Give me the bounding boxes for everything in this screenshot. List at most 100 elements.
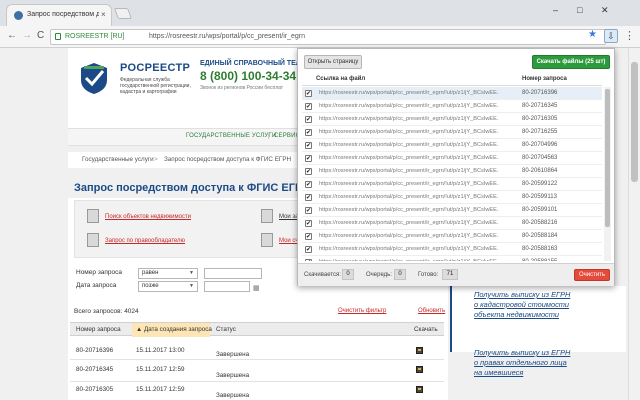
download-files-button[interactable]: Скачать файлы (25 шт)	[532, 55, 610, 69]
file-link[interactable]: https://rosreestr.ru/wps/portal/p/cc_pre…	[319, 246, 499, 252]
popup-request-number: 80-20716255	[522, 129, 558, 135]
table-row[interactable]: 80-20716305 15.11.2017 12:59 Завершена	[70, 382, 444, 400]
checkbox-checked-icon[interactable]: ✔	[305, 220, 312, 227]
tab-title: Запрос посредством до	[27, 11, 99, 18]
popup-list-item[interactable]: ✔ https://rosreestr.ru/wps/portal/p/cc_pr…	[302, 243, 602, 256]
download-icon[interactable]	[416, 386, 423, 393]
popup-list-item[interactable]: ✔ https://rosreestr.ru/wps/portal/p/cc_pr…	[302, 217, 602, 230]
browser-menu-icon[interactable]: ⋮	[624, 29, 635, 42]
popup-list-item[interactable]: ✔ https://rosreestr.ru/wps/portal/p/cc_pr…	[302, 87, 602, 100]
file-link[interactable]: https://rosreestr.ru/wps/portal/p/cc_pre…	[319, 155, 499, 161]
file-link[interactable]: https://rosreestr.ru/wps/portal/p/cc_pre…	[319, 142, 499, 148]
col-status[interactable]: Статус	[216, 326, 236, 333]
page-scrollbar-thumb[interactable]	[631, 62, 638, 182]
popup-list-item[interactable]: ✔ https://rosreestr.ru/wps/portal/p/cc_pr…	[302, 204, 602, 217]
popup-list-item[interactable]: ✔ https://rosreestr.ru/wps/portal/p/cc_pr…	[302, 230, 602, 243]
link-owner-request[interactable]: Запрос по правообладателю	[105, 238, 185, 244]
rosreestr-emblem-icon[interactable]	[76, 60, 112, 96]
checkbox-checked-icon[interactable]: ✔	[305, 194, 312, 201]
popup-scrollbar-thumb[interactable]	[605, 89, 610, 227]
file-link[interactable]: https://rosreestr.ru/wps/portal/p/cc_pre…	[319, 181, 499, 187]
checkbox-checked-icon[interactable]: ✔	[305, 181, 312, 188]
file-link[interactable]: https://rosreestr.ru/wps/portal/p/cc_pre…	[319, 103, 499, 109]
file-link[interactable]: https://rosreestr.ru/wps/portal/p/cc_pre…	[319, 194, 499, 200]
property-search-icon[interactable]	[87, 209, 99, 223]
extension-download-icon[interactable]: ⇩	[604, 29, 618, 43]
logo-name[interactable]: РОСРЕЕСТР	[120, 62, 190, 74]
address-bar[interactable]: ROSREESTR [RU] https://rosreestr.ru/wps/…	[50, 29, 606, 45]
popup-list-item[interactable]: ✔ https://rosreestr.ru/wps/portal/p/cc_pr…	[302, 165, 602, 178]
breadcrumb-current[interactable]: Запрос посредством доступа к ФГИС ЕГРН	[164, 156, 291, 163]
popup-list-item[interactable]: ✔ https://rosreestr.ru/wps/portal/p/cc_pr…	[302, 191, 602, 204]
file-link[interactable]: https://rosreestr.ru/wps/portal/p/cc_pre…	[319, 116, 499, 122]
site-identity: ROSREESTR [RU]	[65, 33, 125, 40]
breadcrumb-gov-services[interactable]: Государственные услуги	[82, 156, 154, 163]
sidebar-link-owner-rights[interactable]: Получить выписку из ЕГРН о правах отдель…	[474, 348, 574, 378]
sidebar-divider	[450, 286, 452, 352]
checkbox-checked-icon[interactable]: ✔	[305, 142, 312, 149]
checkbox-checked-icon[interactable]: ✔	[305, 207, 312, 214]
filter-request-no-input[interactable]	[204, 268, 262, 279]
popup-list-item[interactable]: ✔ https://rosreestr.ru/wps/portal/p/cc_pr…	[302, 113, 602, 126]
download-icon[interactable]	[416, 366, 423, 373]
nav-services[interactable]: СЕРВИС	[268, 133, 300, 139]
refresh-link[interactable]: Обновить	[418, 308, 445, 314]
bookmark-star-icon[interactable]: ★	[588, 29, 597, 40]
my-bills-icon[interactable]	[261, 233, 273, 247]
nav-gov-services[interactable]: ГОСУДАРСТВЕННЫЕ УСЛУГИ	[186, 133, 276, 139]
maximize-icon[interactable]: □	[577, 5, 582, 15]
download-icon[interactable]	[416, 347, 423, 354]
tab-close-icon[interactable]: ×	[101, 10, 106, 19]
file-link[interactable]: https://rosreestr.ru/wps/portal/p/cc_pre…	[319, 129, 499, 135]
file-link[interactable]: https://rosreestr.ru/wps/portal/p/cc_pre…	[319, 259, 499, 261]
back-icon[interactable]: ←	[7, 30, 17, 41]
page-scrollbar[interactable]	[628, 48, 640, 400]
new-tab-button[interactable]	[113, 8, 133, 19]
checkbox-checked-icon[interactable]: ✔	[305, 116, 312, 123]
filter-request-no-operator[interactable]: равен ▼	[138, 268, 198, 279]
popup-request-number: 80-20610864	[522, 168, 558, 174]
file-link[interactable]: https://rosreestr.ru/wps/portal/p/cc_pre…	[319, 207, 499, 213]
link-property-search[interactable]: Поиск объектов недвижимости	[105, 214, 191, 220]
checkbox-checked-icon[interactable]: ✔	[305, 103, 312, 110]
file-link[interactable]: https://rosreestr.ru/wps/portal/p/cc_pre…	[319, 233, 499, 239]
file-link[interactable]: https://rosreestr.ru/wps/portal/p/cc_pre…	[319, 168, 499, 174]
checkbox-checked-icon[interactable]: ✔	[305, 129, 312, 136]
minimize-icon[interactable]: –	[553, 5, 558, 15]
forward-icon[interactable]: →	[22, 30, 32, 41]
checkbox-checked-icon[interactable]: ✔	[305, 233, 312, 240]
checkbox-checked-icon[interactable]: ✔	[305, 168, 312, 175]
owner-request-icon[interactable]	[87, 233, 99, 247]
checkbox-checked-icon[interactable]: ✔	[305, 155, 312, 162]
reload-icon[interactable]: C	[37, 30, 44, 41]
open-page-button[interactable]: Открыть страницу	[304, 55, 362, 69]
table-row[interactable]: 80-20716396 15.11.2017 13:00 Завершена	[70, 338, 444, 360]
popup-list-item[interactable]: ✔ https://rosreestr.ru/wps/portal/p/cc_pr…	[302, 139, 602, 152]
file-link[interactable]: https://rosreestr.ru/wps/portal/p/cc_pre…	[319, 90, 499, 96]
sidebar-link-cadastral-value[interactable]: Получить выписку из ЕГРН о кадастровой с…	[474, 290, 574, 320]
clear-button[interactable]: Очистить	[574, 269, 610, 281]
table-row[interactable]: 80-20716345 15.11.2017 12:59 Завершена	[70, 360, 444, 382]
browser-tab[interactable]: Запрос посредством до ×	[6, 4, 112, 26]
popup-scrollbar[interactable]	[604, 87, 611, 261]
popup-list-item[interactable]: ✔ https://rosreestr.ru/wps/portal/p/cc_pr…	[302, 152, 602, 165]
filter-request-date-operator[interactable]: позже ▼	[138, 281, 198, 292]
calendar-icon[interactable]: ▦	[253, 284, 260, 292]
popup-list-item[interactable]: ✔ https://rosreestr.ru/wps/portal/p/cc_pr…	[302, 100, 602, 113]
checkbox-checked-icon[interactable]: ✔	[305, 90, 312, 97]
col-created-date[interactable]: ▲ Дата создания запроса	[136, 326, 212, 333]
file-link[interactable]: https://rosreestr.ru/wps/portal/p/cc_pre…	[319, 220, 499, 226]
checkbox-checked-icon[interactable]: ✔	[305, 246, 312, 253]
col-request-number[interactable]: Номер запроса	[76, 326, 121, 333]
my-requests-icon[interactable]	[261, 209, 273, 223]
checkbox-checked-icon[interactable]: ✔	[305, 259, 312, 261]
filter-request-date-input[interactable]	[204, 281, 250, 292]
row-status: Завершена	[216, 392, 250, 399]
popup-request-number: 80-20599101	[522, 207, 558, 213]
close-window-icon[interactable]: ✕	[601, 5, 609, 16]
popup-list-item[interactable]: ✔ https://rosreestr.ru/wps/portal/p/cc_pr…	[302, 178, 602, 191]
popup-list-item[interactable]: ✔ https://rosreestr.ru/wps/portal/p/cc_pr…	[302, 256, 602, 261]
clear-filter-link[interactable]: Очистить фильтр	[338, 308, 386, 314]
url-text[interactable]: https://rosreestr.ru/wps/portal/p/cc_pre…	[149, 33, 305, 40]
popup-list-item[interactable]: ✔ https://rosreestr.ru/wps/portal/p/cc_pr…	[302, 126, 602, 139]
